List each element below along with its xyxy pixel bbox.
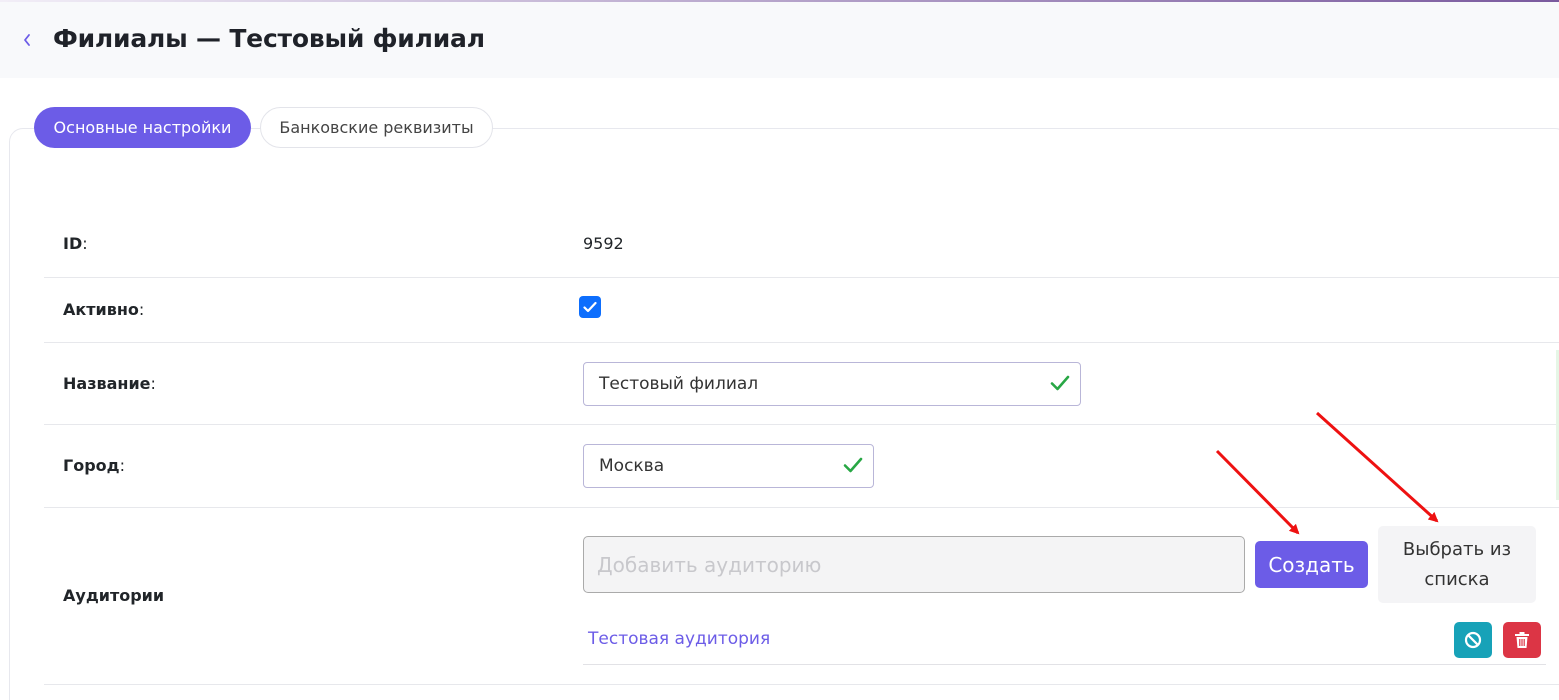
city-label: Город: [63,456,125,475]
select-from-list-button[interactable]: Выбрать из списка [1378,526,1536,603]
back-button[interactable] [18,29,36,51]
tab-main-settings[interactable]: Основные настройки [34,107,251,148]
trash-icon [1515,632,1529,648]
id-row: ID: 9592 [44,212,1559,278]
auditorium-list-item: Тестовая аудитория [583,618,1546,665]
name-row: Название: Тестовый филиал [44,343,1559,425]
active-row: Активно: [44,278,1559,343]
auditorium-link[interactable]: Тестовая аудитория [588,629,770,649]
name-input[interactable]: Тестовый филиал [583,362,1081,406]
disable-auditorium-button[interactable] [1454,622,1492,658]
city-input-value: Москва [599,456,665,476]
name-label: Название: [63,374,156,393]
id-value: 9592 [583,234,624,253]
select-from-list-label-line1: Выбрать из [1402,538,1512,560]
select-from-list-label-line2: списка [1424,568,1490,590]
page-title: Филиалы — Тестовый филиал [53,24,485,53]
auditoriums-label: Аудитории [63,586,165,605]
page-header: Филиалы — Тестовый филиал [0,2,1559,78]
chevron-left-icon [24,34,30,46]
create-auditorium-button[interactable]: Создать [1255,541,1368,588]
checkbox-check-icon [583,301,597,313]
name-input-value: Тестовый филиал [599,374,759,394]
city-input[interactable]: Москва [583,444,874,488]
add-auditorium-input[interactable]: Добавить аудиторию [583,536,1245,593]
check-icon [1050,375,1070,391]
active-checkbox[interactable] [579,296,601,318]
tab-bank-details[interactable]: Банковские реквизиты [260,107,493,148]
delete-auditorium-button[interactable] [1503,622,1541,658]
check-icon [843,457,863,473]
ban-icon [1464,631,1482,649]
active-label: Активно: [63,300,145,319]
city-row: Город: Москва [44,425,1559,508]
id-label: ID: [63,234,88,253]
add-auditorium-placeholder: Добавить аудиторию [597,552,822,577]
